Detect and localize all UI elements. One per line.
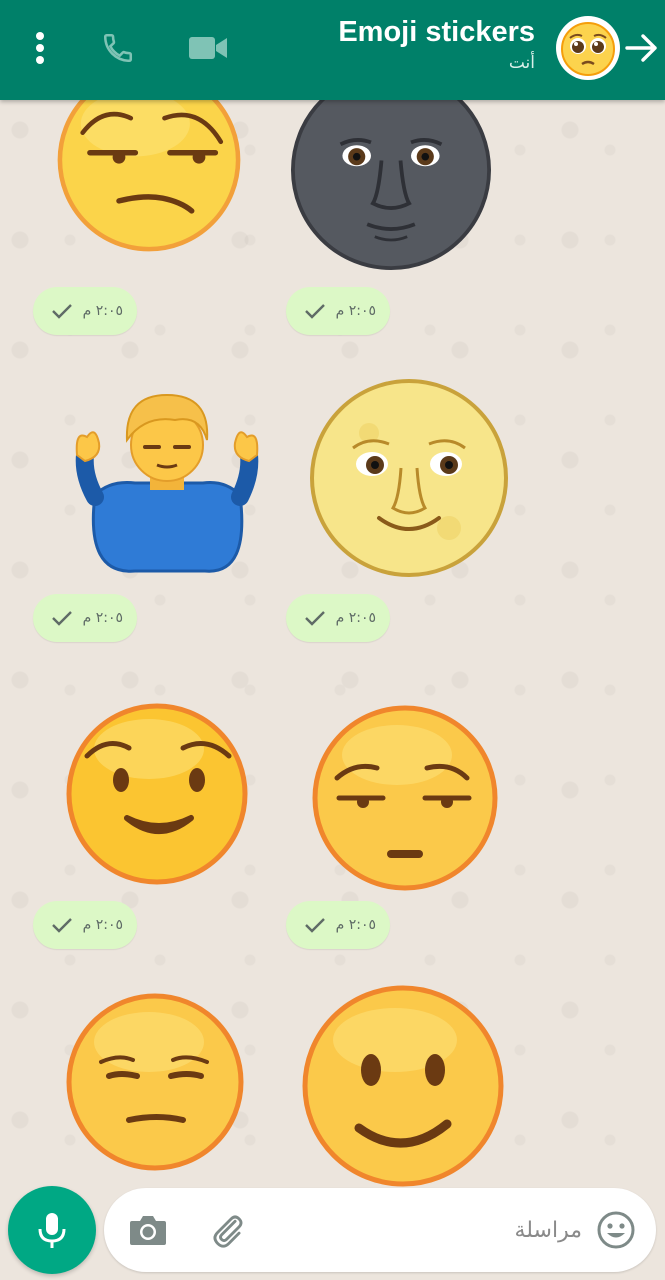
checkmark-icon — [305, 918, 325, 933]
chat-header: Emoji stickers أنت — [0, 0, 665, 100]
checkmark-icon — [52, 918, 72, 933]
microphone-icon — [38, 1213, 66, 1248]
checkmark-icon — [305, 611, 325, 626]
emoji-button[interactable] — [594, 1208, 638, 1252]
checkmark-icon — [305, 304, 325, 319]
sticker-face-with-raised-eyebrows[interactable] — [302, 700, 512, 900]
camera-icon — [130, 1216, 166, 1245]
message-composer — [104, 1188, 656, 1272]
message-timestamp-bubble: ٢:٠٥ م — [33, 287, 137, 335]
message-timestamp-bubble: ٢:٠٥ م — [286, 287, 390, 335]
pleading-face-icon — [561, 22, 615, 76]
message-time: ٢:٠٥ م — [335, 303, 376, 319]
sticker-person-shrugging[interactable] — [60, 385, 270, 585]
message-timestamp-bubble: ٢:٠٥ م — [33, 901, 137, 949]
message-input[interactable] — [264, 1210, 582, 1250]
checkmark-icon — [52, 304, 72, 319]
checkmark-icon — [52, 611, 72, 626]
chat-title: Emoji stickers — [338, 16, 535, 48]
phone-icon — [103, 33, 133, 63]
paperclip-icon — [213, 1215, 243, 1248]
smiley-icon — [597, 1211, 635, 1249]
person-shrugging-icon — [75, 393, 259, 573]
avatar[interactable] — [556, 16, 620, 80]
message-time: ٢:٠٥ م — [82, 917, 123, 933]
message-time: ٢:٠٥ م — [335, 610, 376, 626]
video-camera-icon — [189, 37, 227, 59]
message-time: ٢:٠٥ م — [335, 917, 376, 933]
chat-title-block[interactable]: Emoji stickers أنت — [338, 14, 535, 74]
expressionless-face-icon — [66, 993, 244, 1171]
sticker-full-moon-face[interactable] — [304, 378, 514, 578]
sticker-expressionless-face[interactable] — [56, 993, 266, 1196]
message-time: ٢:٠٥ م — [82, 303, 123, 319]
sticker-smiling-face[interactable] — [52, 694, 262, 894]
slightly-smiling-face-icon — [302, 985, 504, 1187]
sticker-new-moon-face[interactable] — [286, 70, 496, 270]
message-timestamp-bubble: ٢:٠٥ م — [286, 594, 390, 642]
video-call-button[interactable] — [184, 26, 232, 70]
more-options-button[interactable] — [22, 28, 58, 68]
message-timestamp-bubble: ٢:٠٥ م — [33, 594, 137, 642]
new-moon-face-icon — [291, 70, 491, 270]
face-with-raised-eyebrows-icon — [312, 705, 498, 891]
message-time: ٢:٠٥ م — [82, 610, 123, 626]
more-vertical-icon — [36, 32, 44, 64]
sticker-slightly-smiling-face[interactable] — [298, 985, 508, 1190]
full-moon-face-icon — [310, 379, 508, 577]
chat-subtitle: أنت — [508, 53, 535, 73]
arrow-right-icon — [625, 34, 657, 62]
voice-message-button[interactable] — [8, 1186, 96, 1274]
camera-button[interactable] — [126, 1208, 170, 1252]
attach-button[interactable] — [206, 1208, 250, 1252]
message-timestamp-bubble: ٢:٠٥ م — [286, 901, 390, 949]
back-button[interactable] — [622, 26, 662, 70]
voice-call-button[interactable] — [96, 26, 140, 70]
smiling-face-icon — [66, 703, 248, 885]
